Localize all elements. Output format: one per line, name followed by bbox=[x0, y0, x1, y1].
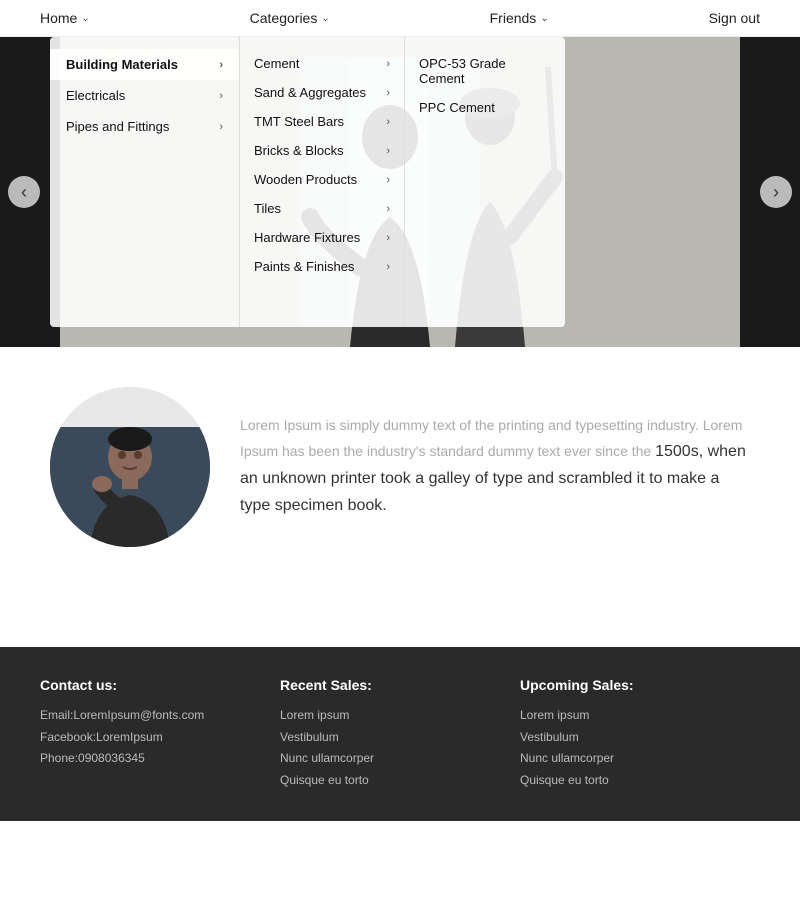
submenu-sand-aggregates[interactable]: Sand & Aggregates › bbox=[240, 78, 404, 107]
upcoming-item-0[interactable]: Lorem ipsum bbox=[520, 705, 760, 727]
footer-facebook: Facebook:LoremIpsum bbox=[40, 727, 280, 749]
nav-friends-label: Friends bbox=[490, 10, 537, 26]
upcoming-item-1[interactable]: Vestibulum bbox=[520, 727, 760, 749]
footer: Contact us: Email:LoremIpsum@fonts.com F… bbox=[0, 647, 800, 821]
sidebar-item-electricals[interactable]: Electricals › bbox=[50, 80, 239, 111]
carousel-next-button[interactable]: › bbox=[760, 176, 792, 208]
nav-categories-label: Categories bbox=[250, 10, 318, 26]
avatar-container bbox=[50, 387, 210, 547]
submenu-tiles[interactable]: Tiles › bbox=[240, 194, 404, 223]
category-col1: Building Materials › Electricals › Pipes… bbox=[50, 37, 240, 327]
navigation: Home ⌄ Categories ⌄ Friends ⌄ Sign out bbox=[0, 0, 800, 37]
submenu-hardware-fixtures[interactable]: Hardware Fixtures › bbox=[240, 223, 404, 252]
tiles-arrow-icon: › bbox=[386, 203, 390, 215]
footer-recent-title: Recent Sales: bbox=[280, 677, 520, 693]
recent-item-1[interactable]: Vestibulum bbox=[280, 727, 520, 749]
avatar-photo bbox=[50, 427, 210, 547]
hero-section: Building Materials › Electricals › Pipes… bbox=[0, 37, 800, 347]
friends-chevron-icon: ⌄ bbox=[540, 13, 548, 24]
sand-aggregates-label: Sand & Aggregates bbox=[254, 85, 366, 100]
submenu-cement[interactable]: Cement › bbox=[240, 49, 404, 78]
footer-phone: Phone:0908036345 bbox=[40, 748, 280, 770]
product-opc53[interactable]: OPC-53 Grade Cement bbox=[405, 49, 565, 93]
submenu-tmt-steel[interactable]: TMT Steel Bars › bbox=[240, 107, 404, 136]
sand-aggregates-arrow-icon: › bbox=[386, 87, 390, 99]
wooden-products-label: Wooden Products bbox=[254, 172, 357, 187]
pipes-fittings-arrow-icon: › bbox=[219, 121, 223, 133]
home-chevron-icon: ⌄ bbox=[81, 13, 89, 24]
submenu-wooden-products[interactable]: Wooden Products › bbox=[240, 165, 404, 194]
footer-recent-sales: Recent Sales: Lorem ipsum Vestibulum Nun… bbox=[280, 677, 520, 791]
paints-finishes-label: Paints & Finishes bbox=[254, 259, 354, 274]
nav-home[interactable]: Home ⌄ bbox=[40, 10, 90, 26]
upcoming-item-2[interactable]: Nunc ullamcorper bbox=[520, 748, 760, 770]
product-ppc[interactable]: PPC Cement bbox=[405, 93, 565, 122]
footer-upcoming-title: Upcoming Sales: bbox=[520, 677, 760, 693]
building-materials-label: Building Materials bbox=[66, 57, 178, 72]
recent-item-3[interactable]: Quisque eu torto bbox=[280, 770, 520, 792]
cement-arrow-icon: › bbox=[386, 58, 390, 70]
paints-finishes-arrow-icon: › bbox=[386, 261, 390, 273]
opc53-label: OPC-53 Grade Cement bbox=[419, 56, 506, 86]
wooden-products-arrow-icon: › bbox=[386, 174, 390, 186]
nav-signout[interactable]: Sign out bbox=[709, 10, 760, 26]
recent-item-0[interactable]: Lorem ipsum bbox=[280, 705, 520, 727]
hardware-fixtures-arrow-icon: › bbox=[386, 232, 390, 244]
submenu-paints-finishes[interactable]: Paints & Finishes › bbox=[240, 252, 404, 281]
recent-item-2[interactable]: Nunc ullamcorper bbox=[280, 748, 520, 770]
sidebar-item-building-materials[interactable]: Building Materials › bbox=[50, 49, 239, 80]
categories-chevron-icon: ⌄ bbox=[321, 13, 329, 24]
electricals-label: Electricals bbox=[66, 88, 125, 103]
pipes-fittings-label: Pipes and Fittings bbox=[66, 119, 169, 134]
lorem-text-block: Lorem Ipsum is simply dummy text of the … bbox=[240, 414, 750, 519]
content-section: Lorem Ipsum is simply dummy text of the … bbox=[0, 347, 800, 587]
nav-friends[interactable]: Friends ⌄ bbox=[490, 10, 549, 26]
electricals-arrow-icon: › bbox=[219, 90, 223, 102]
footer-upcoming-sales: Upcoming Sales: Lorem ipsum Vestibulum N… bbox=[520, 677, 760, 791]
carousel-prev-button[interactable]: ‹ bbox=[8, 176, 40, 208]
cement-label: Cement bbox=[254, 56, 300, 71]
building-materials-arrow-icon: › bbox=[219, 59, 223, 71]
bricks-blocks-label: Bricks & Blocks bbox=[254, 143, 344, 158]
bricks-blocks-arrow-icon: › bbox=[386, 145, 390, 157]
dropdown-menu: Building Materials › Electricals › Pipes… bbox=[50, 37, 565, 327]
footer-contact: Contact us: Email:LoremIpsum@fonts.com F… bbox=[40, 677, 280, 791]
submenu-bricks-blocks[interactable]: Bricks & Blocks › bbox=[240, 136, 404, 165]
footer-email: Email:LoremIpsum@fonts.com bbox=[40, 705, 280, 727]
tmt-steel-label: TMT Steel Bars bbox=[254, 114, 344, 129]
footer-contact-title: Contact us: bbox=[40, 677, 280, 693]
sidebar-item-pipes-fittings[interactable]: Pipes and Fittings › bbox=[50, 111, 239, 142]
tiles-label: Tiles bbox=[254, 201, 281, 216]
hardware-fixtures-label: Hardware Fixtures bbox=[254, 230, 360, 245]
ppc-label: PPC Cement bbox=[419, 100, 495, 115]
upcoming-item-3[interactable]: Quisque eu torto bbox=[520, 770, 760, 792]
nav-home-label: Home bbox=[40, 10, 77, 26]
subcategory-col2: Cement › Sand & Aggregates › TMT Steel B… bbox=[240, 37, 405, 327]
product-col3: OPC-53 Grade Cement PPC Cement bbox=[405, 37, 565, 327]
tmt-steel-arrow-icon: › bbox=[386, 116, 390, 128]
nav-categories[interactable]: Categories ⌄ bbox=[250, 10, 330, 26]
